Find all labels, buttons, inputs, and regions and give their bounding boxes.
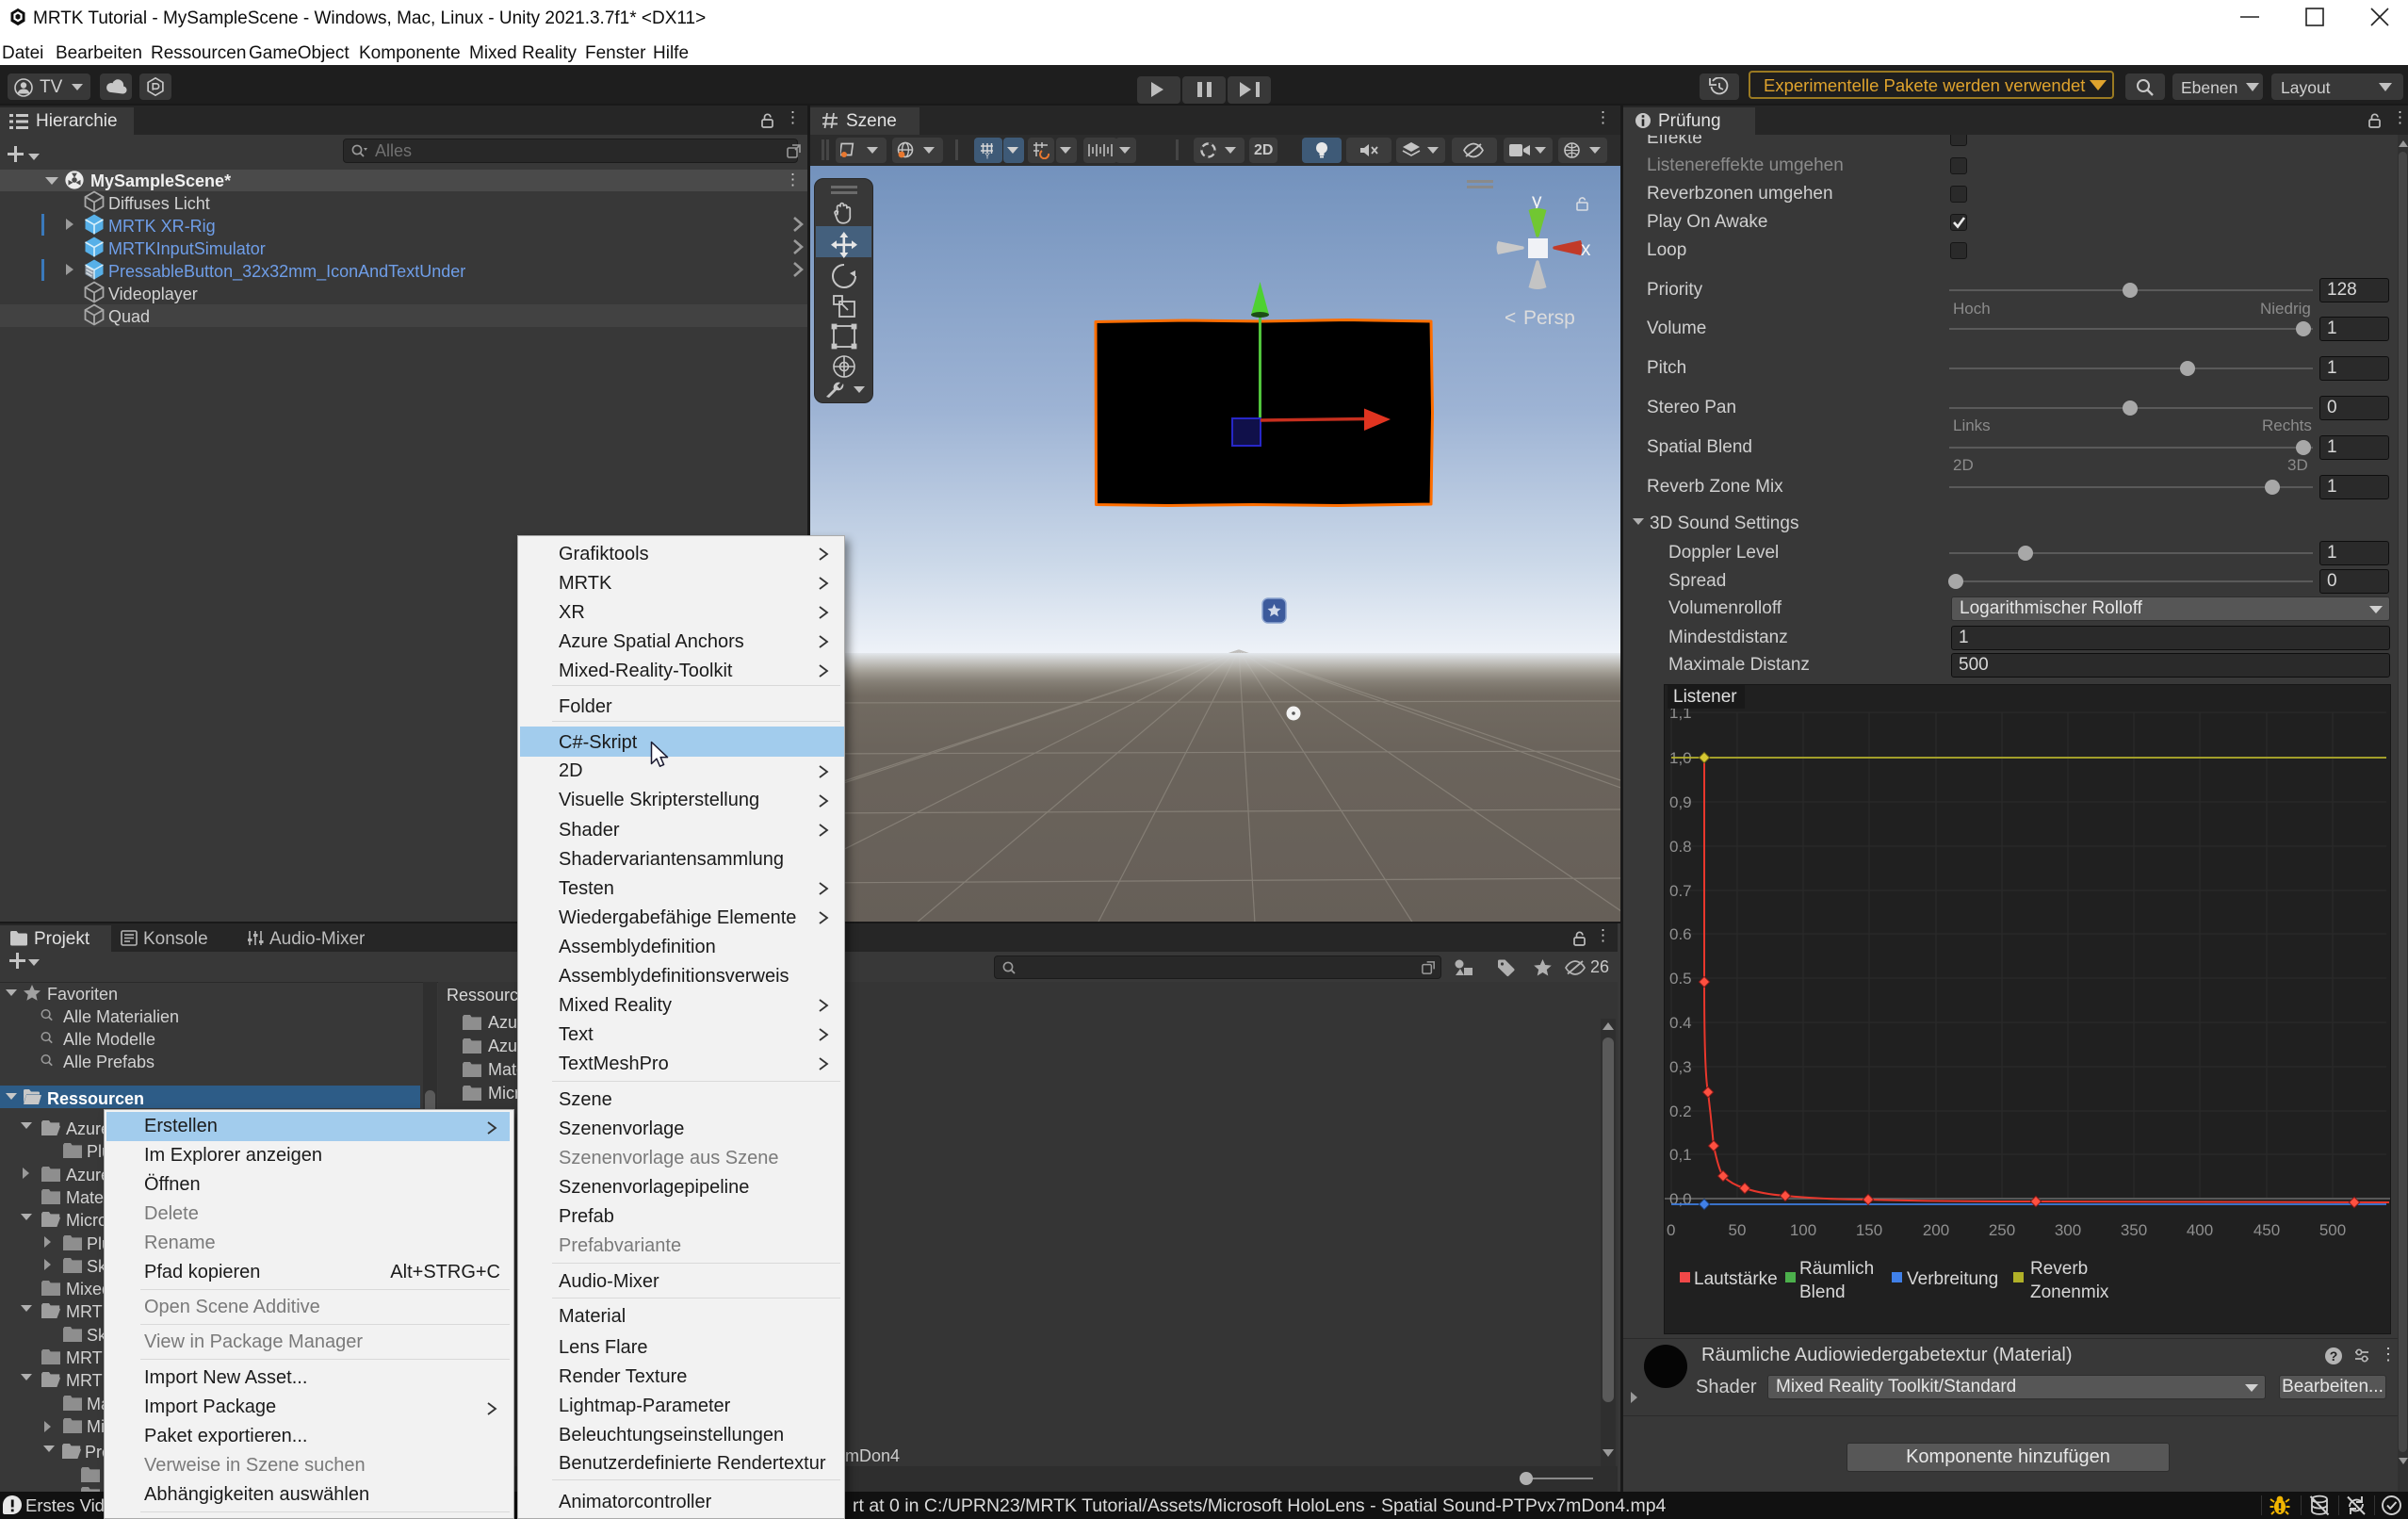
svg-text:Blend: Blend — [1799, 1282, 1846, 1302]
svg-text:?: ? — [2330, 1348, 2338, 1364]
svg-text:500: 500 — [2319, 1221, 2346, 1239]
svg-text:0,3: 0,3 — [1669, 1058, 1692, 1076]
svg-text:0.7: 0.7 — [1669, 882, 1692, 900]
svg-text:0.4: 0.4 — [1669, 1014, 1692, 1032]
svg-text:0,0: 0,0 — [1669, 1190, 1692, 1208]
svg-text:150: 150 — [1856, 1221, 1882, 1239]
svg-text:Persp: Persp — [1523, 307, 1575, 329]
svg-text:0.8: 0.8 — [1669, 838, 1692, 856]
svg-text:350: 350 — [2121, 1221, 2147, 1239]
svg-text:0.6: 0.6 — [1669, 925, 1692, 943]
svg-text:0,1: 0,1 — [1669, 1146, 1692, 1164]
svg-text:<: < — [1505, 307, 1516, 329]
svg-text:0.2: 0.2 — [1669, 1102, 1692, 1120]
svg-text:0,9: 0,9 — [1669, 793, 1692, 811]
svg-text:Y: Y — [984, 152, 990, 160]
svg-text:400: 400 — [2187, 1221, 2213, 1239]
svg-text:0.5: 0.5 — [1669, 970, 1692, 988]
svg-text:250: 250 — [1989, 1221, 2015, 1239]
svg-text:300: 300 — [2055, 1221, 2081, 1239]
svg-text:Lautstärke: Lautstärke — [1694, 1269, 1778, 1289]
svg-text:200: 200 — [1923, 1221, 1949, 1239]
svg-text:Räumlich: Räumlich — [1799, 1259, 1874, 1279]
svg-text:450: 450 — [2253, 1221, 2280, 1239]
svg-text:Verbreitung: Verbreitung — [1907, 1269, 1998, 1289]
svg-text:0: 0 — [1667, 1221, 1675, 1239]
svg-text:100: 100 — [1790, 1221, 1816, 1239]
svg-text:Zonenmix: Zonenmix — [2030, 1282, 2109, 1302]
svg-text:Reverb: Reverb — [2030, 1259, 2088, 1279]
svg-text:50: 50 — [1729, 1221, 1747, 1239]
svg-text:x: x — [1581, 238, 1591, 260]
